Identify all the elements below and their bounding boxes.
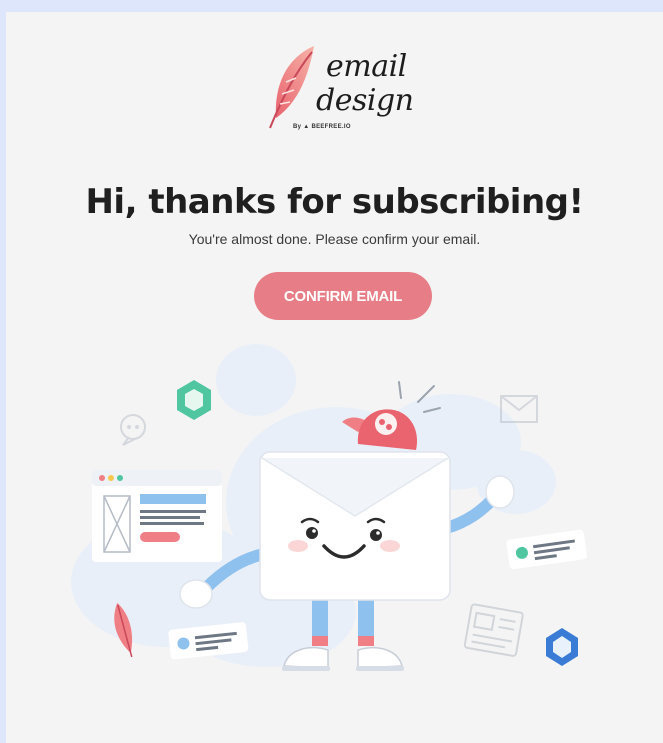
hexagon-icon bbox=[177, 380, 211, 420]
hero-illustration bbox=[71, 344, 587, 671]
blue-hexagon-icon bbox=[546, 628, 578, 666]
right-arm bbox=[440, 494, 498, 534]
page-title: Hi, thanks for subscribing! bbox=[85, 182, 584, 222]
chat-bubble-icon bbox=[120, 414, 146, 446]
browser-window-icon bbox=[92, 470, 222, 562]
envelope-mascot bbox=[259, 451, 451, 601]
logo-byline: By ▲ BEEFREE.IO bbox=[293, 124, 351, 130]
right-glove bbox=[485, 475, 515, 509]
note-card-right bbox=[506, 529, 587, 570]
newsletter-icon bbox=[463, 603, 524, 657]
email-card: email design By ▲ BEEFREE.IO Hi, thanks … bbox=[6, 12, 663, 743]
page-subtitle: You're almost done. Please confirm your … bbox=[188, 231, 481, 247]
left-glove bbox=[179, 579, 213, 609]
logo-text-line2: design bbox=[316, 83, 414, 118]
confirm-email-button[interactable]: CONFIRM EMAIL bbox=[254, 272, 432, 320]
logo-text-line1: email bbox=[326, 49, 407, 84]
logo: email design By ▲ BEEFREE.IO bbox=[266, 42, 426, 142]
right-shoe bbox=[356, 646, 404, 671]
